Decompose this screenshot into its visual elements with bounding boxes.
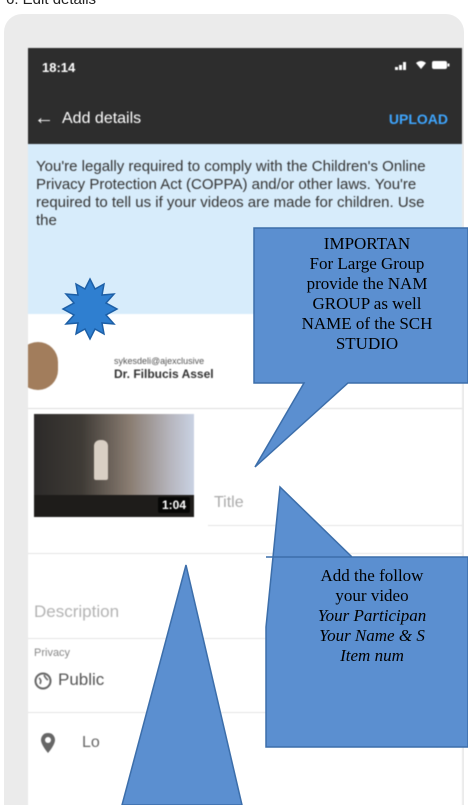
add-line: Item num bbox=[340, 646, 404, 665]
important-line: STUDIO bbox=[335, 334, 399, 353]
callout-overlay bbox=[61, 227, 468, 805]
add-line: Your Participan bbox=[317, 606, 427, 625]
bottom-arrow-shape bbox=[121, 564, 243, 805]
add-callout-text: Add the follow your video Your Participa… bbox=[272, 566, 468, 666]
important-line: GROUP as well bbox=[312, 294, 422, 313]
important-line: provide the NAM bbox=[306, 274, 428, 293]
badge-starburst bbox=[61, 277, 119, 341]
important-line: IMPORTAN bbox=[323, 234, 411, 253]
important-callout-text: IMPORTAN For Large Group provide the NAM… bbox=[262, 234, 468, 354]
add-line: Add the follow bbox=[320, 566, 424, 585]
add-line: your video bbox=[335, 586, 409, 605]
important-line: NAME of the SCH bbox=[301, 314, 433, 333]
add-line: Your Name & S bbox=[319, 626, 425, 645]
important-line: For Large Group bbox=[309, 254, 425, 273]
